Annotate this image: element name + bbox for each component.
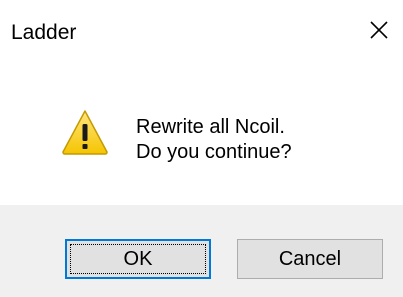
window-title: Ladder <box>11 21 77 44</box>
button-bar: OK Cancel <box>0 205 403 297</box>
title-bar: Ladder <box>0 0 403 60</box>
dialog-content: Rewrite all Ncoil. Do you continue? <box>0 60 403 205</box>
cancel-button[interactable]: Cancel <box>237 239 383 279</box>
message-line-1: Rewrite all Ncoil. <box>136 116 285 138</box>
message-text: Rewrite all Ncoil. Do you continue? <box>136 115 292 165</box>
message-line-2: Do you continue? <box>136 141 292 163</box>
close-button[interactable] <box>355 0 403 60</box>
ok-button[interactable]: OK <box>65 239 211 279</box>
ok-button-label: OK <box>123 247 153 270</box>
cancel-button-label: Cancel <box>278 247 342 270</box>
warning-icon <box>61 108 109 156</box>
message-dialog: Ladder Rewrite all Ncoil. Do you continu… <box>0 0 403 297</box>
close-icon <box>369 20 389 40</box>
